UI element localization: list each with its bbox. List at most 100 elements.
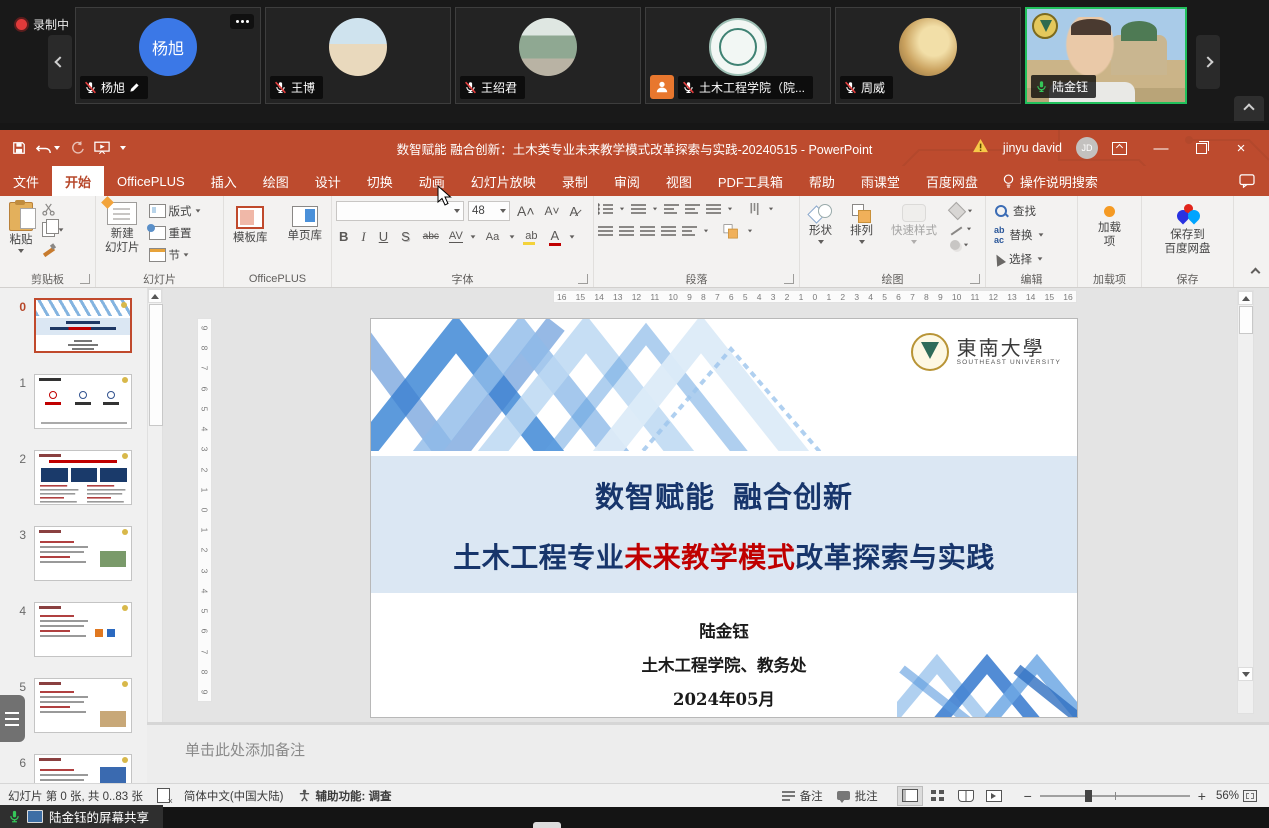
bullets-button[interactable]	[598, 203, 613, 215]
ribbon-display-options-button[interactable]	[1112, 142, 1127, 155]
restore-button[interactable]	[1181, 133, 1221, 163]
screen-share-banner[interactable]: 陆金钰的屏幕共享	[0, 805, 163, 828]
decrease-font-size-button[interactable]: A˅	[542, 203, 563, 219]
drawing-dialog-launcher[interactable]	[970, 274, 980, 284]
notes-placeholder[interactable]: 单击此处添加备注	[185, 739, 1269, 760]
notes-pane[interactable]: 单击此处添加备注	[147, 722, 1269, 783]
underline-button[interactable]: U	[376, 228, 391, 245]
font-dialog-launcher[interactable]	[578, 274, 588, 284]
increase-indent-button[interactable]	[685, 203, 700, 215]
numbering-button[interactable]	[631, 203, 646, 215]
zoom-out-button[interactable]: −	[1024, 788, 1032, 804]
slide-thumbnail-image[interactable]	[34, 374, 132, 429]
participants-scroll-left-button[interactable]	[48, 35, 72, 89]
slide-scrollbar[interactable]	[1237, 290, 1254, 714]
account-user-name[interactable]: jinyu david	[1003, 141, 1062, 155]
tab-幻灯片放映[interactable]: 幻灯片放映	[458, 166, 549, 196]
tab-雨课堂[interactable]: 雨课堂	[848, 166, 913, 196]
decrease-indent-button[interactable]	[664, 203, 679, 215]
slide-thumbnail-image[interactable]	[34, 602, 132, 657]
align-right-button[interactable]	[640, 225, 655, 237]
shapes-button[interactable]: 形状	[804, 201, 837, 247]
thumb-scroll-up-button[interactable]	[148, 289, 162, 303]
bold-button[interactable]: B	[336, 228, 351, 245]
tab-百度网盘[interactable]: 百度网盘	[913, 166, 991, 196]
tab-帮助[interactable]: 帮助	[796, 166, 848, 196]
customize-qat-button[interactable]	[120, 146, 126, 150]
clipboard-dialog-launcher[interactable]	[80, 274, 90, 284]
slide-thumbnail-image[interactable]	[34, 526, 132, 581]
thumb-scrollbar-thumb[interactable]	[149, 304, 163, 426]
font-color-button[interactable]: A	[548, 227, 563, 246]
copy-button[interactable]	[42, 222, 64, 237]
tab-审阅[interactable]: 审阅	[601, 166, 653, 196]
tab-切换[interactable]: 切换	[354, 166, 406, 196]
collapse-video-strip-button[interactable]	[1234, 96, 1264, 121]
minimize-button[interactable]: —	[1141, 133, 1181, 163]
comments-toggle-button[interactable]: 批注	[837, 788, 878, 804]
start-slideshow-button[interactable]	[94, 141, 110, 155]
tab-录制[interactable]: 录制	[549, 166, 601, 196]
increase-font-size-button[interactable]: A˄	[514, 202, 538, 220]
meeting-list-toggle[interactable]	[0, 695, 25, 742]
justify-button[interactable]	[661, 225, 676, 237]
select-button[interactable]: 选择	[994, 251, 1043, 267]
convert-to-smartart-button[interactable]	[724, 224, 739, 238]
layout-button[interactable]: 版式	[149, 203, 201, 219]
columns-button[interactable]	[682, 225, 697, 237]
shape-fill-button[interactable]	[950, 205, 973, 217]
slide-sorter-view-button[interactable]	[925, 786, 951, 806]
slide-thumbnail[interactable]: 1	[8, 374, 147, 429]
addins-button[interactable]: 加载项	[1088, 199, 1132, 253]
tab-绘图[interactable]: 绘图	[250, 166, 302, 196]
format-painter-button[interactable]	[42, 243, 64, 257]
edit-name-icon[interactable]	[129, 82, 140, 93]
strikethrough-button[interactable]: abc	[420, 230, 442, 243]
zoom-slider[interactable]	[1040, 795, 1190, 797]
font-name-combobox[interactable]	[336, 201, 464, 221]
zoom-level[interactable]: 56%	[1216, 790, 1239, 802]
participant-tile[interactable]: 王博	[265, 7, 451, 104]
reading-view-button[interactable]	[953, 786, 979, 806]
reset-button[interactable]: 重置	[149, 225, 201, 241]
slide-thumbnail[interactable]: 0	[8, 298, 147, 353]
scroll-up-button[interactable]	[1238, 291, 1253, 305]
slideshow-view-button[interactable]	[981, 786, 1007, 806]
tab-PDF工具箱[interactable]: PDF工具箱	[705, 166, 796, 196]
slide-canvas[interactable]: 東南大學 SOUTHEAST UNIVERSITY 数智赋能 融合创新 土木工程…	[370, 318, 1078, 718]
text-shadow-button[interactable]: S	[398, 228, 413, 245]
paste-button[interactable]: 粘贴	[4, 199, 38, 256]
change-case-button[interactable]: Aa	[483, 230, 502, 244]
redo-button[interactable]	[70, 141, 84, 155]
participant-tile[interactable]: 陆金钰	[1025, 7, 1187, 104]
account-avatar[interactable]: JD	[1076, 137, 1098, 159]
slide-thumbnail[interactable]: 2	[8, 450, 147, 505]
line-spacing-button[interactable]	[706, 203, 721, 215]
clear-formatting-button[interactable]: A̷	[567, 203, 582, 220]
proofing-status-button[interactable]	[157, 788, 170, 803]
quick-styles-button[interactable]: 快速样式	[886, 201, 942, 247]
more-options-button[interactable]	[230, 14, 254, 29]
participant-tile[interactable]: 土木工程学院（院...	[645, 7, 831, 104]
collapse-ribbon-button[interactable]	[1252, 263, 1259, 281]
replace-button[interactable]: abac替换	[994, 225, 1044, 245]
participants-scroll-right-button[interactable]	[1196, 35, 1220, 89]
comment-icon[interactable]	[1239, 174, 1255, 188]
tab-OfficePLUS[interactable]: OfficePLUS	[104, 166, 198, 196]
tab-文件[interactable]: 文件	[0, 166, 52, 196]
normal-view-button[interactable]	[897, 786, 923, 806]
slide-thumbnail-image[interactable]	[34, 450, 132, 505]
zoom-in-button[interactable]: +	[1198, 788, 1206, 804]
page-library-button[interactable]: 单页库	[283, 203, 328, 246]
align-center-button[interactable]	[619, 225, 634, 237]
font-size-combobox[interactable]: 48	[468, 201, 510, 221]
shape-outline-button[interactable]	[950, 225, 973, 232]
close-button[interactable]: ×	[1221, 133, 1261, 163]
tell-me-search[interactable]: 操作说明搜索	[991, 166, 1110, 196]
tab-视图[interactable]: 视图	[653, 166, 705, 196]
scroll-down-button[interactable]	[1238, 667, 1253, 681]
slide-thumbnail-image[interactable]	[34, 678, 132, 733]
zoom-slider-thumb[interactable]	[1085, 790, 1092, 802]
slide-thumbnail-image[interactable]	[34, 754, 132, 783]
save-to-baidu-button[interactable]: 保存到 百度网盘	[1160, 199, 1216, 260]
